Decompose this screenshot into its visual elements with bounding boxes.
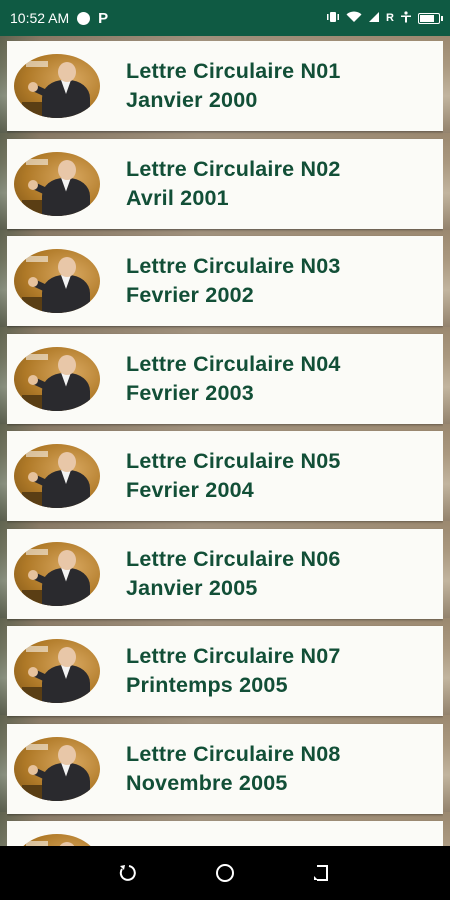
letter-title: Lettre Circulaire N06 Janvier 2005: [126, 546, 341, 600]
status-bar: 10:52 AM P R: [0, 0, 450, 36]
letter-title: Lettre Circulaire N05 Fevrier 2004: [126, 449, 341, 502]
speaker-thumbnail: [14, 834, 100, 846]
letter-card[interactable]: Lettre Circulaire N02 Avril 2001: [7, 138, 443, 229]
recent-apps-icon[interactable]: [113, 858, 143, 888]
speaker-thumbnail: [14, 736, 100, 801]
speaker-thumbnail: [14, 541, 100, 606]
app-notification-icon: P: [98, 9, 109, 27]
letter-title: Lettre Circulaire N03 Fevrier 2002: [126, 254, 341, 307]
letter-title: Lettre Circulaire N04 Fevrier 2003: [126, 351, 341, 405]
battery-icon: [418, 12, 443, 24]
notification-dot-icon: [77, 11, 91, 25]
speaker-thumbnail: [14, 54, 100, 118]
letter-card[interactable]: Lettre Circulaire N08 Novembre 2005: [7, 723, 443, 814]
accessibility-icon: [400, 10, 412, 26]
speaker-thumbnail: [14, 444, 100, 508]
signal-icon: [368, 11, 380, 26]
vibrate-icon: [326, 11, 340, 26]
status-bar-right: R: [326, 10, 443, 26]
network-indicator: R: [386, 12, 394, 24]
letter-title: Lettre Circulaire N08 Novembre 2005: [126, 741, 341, 795]
speaker-thumbnail: [14, 346, 100, 411]
letter-card[interactable]: Lettre Circulaire N04 Fevrier 2003: [7, 333, 443, 424]
letter-title: Lettre Circulaire N01 Janvier 2000: [126, 59, 341, 112]
letter-card[interactable]: Lettre Circulaire N06 Janvier 2005: [7, 528, 443, 619]
home-icon[interactable]: [210, 858, 240, 888]
letter-title: Lettre Circulaire N02 Avril 2001: [126, 156, 341, 210]
letter-card[interactable]: Lettre Circulaire N03 Fevrier 2002: [7, 236, 443, 326]
letter-list[interactable]: Lettre Circulaire N01 Janvier 2000 Lettre…: [7, 41, 443, 846]
navigation-bar: [0, 846, 450, 900]
status-bar-left: 10:52 AM P: [10, 10, 108, 27]
back-icon[interactable]: [307, 858, 337, 888]
letter-card[interactable]: Lettre Circulaire N01 Janvier 2000: [7, 41, 443, 131]
letter-card[interactable]: Lettre Circulaire N05 Fevrier 2004: [7, 431, 443, 521]
speaker-thumbnail: [14, 249, 100, 313]
speaker-thumbnail: [14, 639, 100, 703]
letter-title: Lettre Circulaire N07 Printemps 2005: [126, 644, 341, 697]
letter-card[interactable]: Lettre Circulaire N09: [7, 821, 443, 846]
speaker-thumbnail: [14, 151, 100, 216]
wifi-icon: [346, 11, 362, 26]
letter-card[interactable]: Lettre Circulaire N07 Printemps 2005: [7, 626, 443, 716]
status-time: 10:52 AM: [10, 10, 70, 26]
